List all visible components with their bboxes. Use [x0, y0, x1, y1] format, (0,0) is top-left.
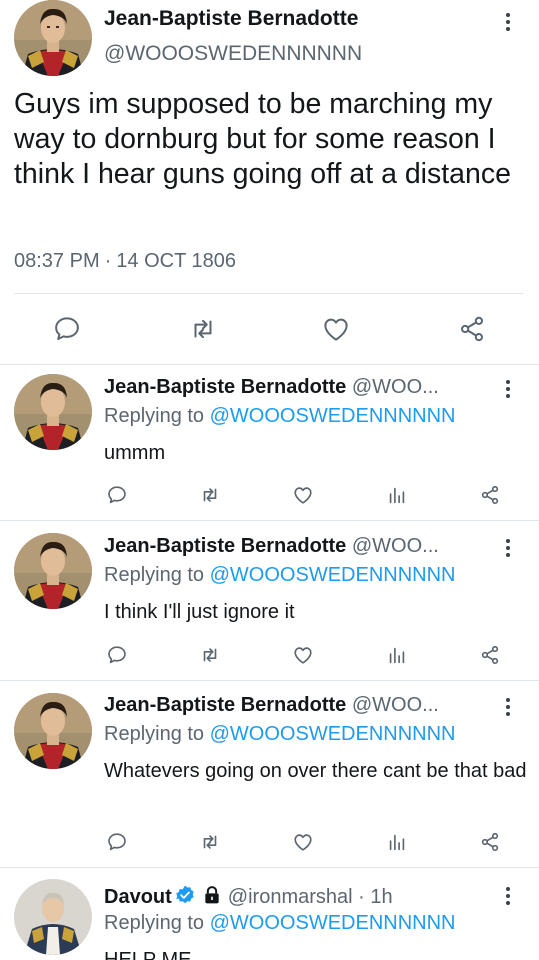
reply-author-handle[interactable]: @ironmarshal · 1h	[228, 886, 393, 908]
reply-author-name[interactable]: Davout	[104, 886, 172, 908]
main-like-button[interactable]	[319, 312, 353, 346]
reply-divider	[0, 867, 539, 868]
reply-text: I think I'll just ignore it	[104, 601, 295, 623]
analytics-button[interactable]	[384, 482, 410, 508]
share-button[interactable]	[477, 829, 503, 855]
reply-more-icon[interactable]	[498, 695, 518, 719]
reply-avatar[interactable]	[14, 879, 92, 955]
replying-to-prefix: Replying to	[104, 723, 205, 745]
reply-divider	[0, 520, 539, 521]
reply-author-row[interactable]: Davout @ironmarshal · 1h	[104, 884, 494, 909]
analytics-button[interactable]	[384, 829, 410, 855]
reply-button[interactable]	[104, 829, 130, 855]
main-share-button[interactable]	[455, 312, 489, 346]
main-tweet-date: 14 OCT 1806	[116, 250, 236, 272]
analytics-button[interactable]	[384, 642, 410, 668]
replying-to-link[interactable]: @WOOOSWEDENNNNNN	[210, 405, 456, 427]
reply-text: Whatevers going on over there cant be th…	[104, 760, 527, 782]
reply-icon	[108, 833, 126, 851]
retweet-button[interactable]	[197, 482, 223, 508]
like-icon	[324, 318, 348, 341]
like-icon	[294, 647, 312, 664]
reply-avatar[interactable]	[14, 374, 92, 450]
share-button[interactable]	[477, 482, 503, 508]
retweet-icon	[203, 835, 217, 849]
reply-text: HELP ME	[104, 949, 192, 960]
reply-icon	[108, 486, 126, 504]
replying-to-line: Replying to @WOOOSWEDENNNNNN	[104, 564, 455, 587]
retweet-icon	[203, 648, 217, 662]
reply-author-name[interactable]: Jean-Baptiste Bernadotte	[104, 376, 346, 398]
retweet-button[interactable]	[197, 829, 223, 855]
retweet-icon	[203, 488, 217, 502]
reply-divider	[0, 680, 539, 681]
like-button[interactable]	[290, 829, 316, 855]
retweet-button[interactable]	[197, 642, 223, 668]
share-icon	[461, 316, 483, 342]
replying-to-link[interactable]: @WOOOSWEDENNNNNN	[210, 912, 456, 934]
replying-to-line: Replying to @WOOOSWEDENNNNNN	[104, 912, 455, 935]
reply-text: ummm	[104, 442, 166, 464]
analytics-icon	[389, 834, 405, 851]
verified-badge-icon	[176, 885, 194, 904]
replying-to-prefix: Replying to	[104, 912, 205, 934]
main-tweet-divider	[14, 293, 524, 294]
reply-avatar[interactable]	[14, 693, 92, 769]
replying-to-link[interactable]: @WOOOSWEDENNNNNN	[210, 564, 456, 586]
share-button[interactable]	[477, 642, 503, 668]
reply-author-row[interactable]: Jean-Baptiste Bernadotte @WOO...	[104, 694, 494, 717]
reply-more-icon[interactable]	[498, 377, 518, 401]
reply-icon	[108, 646, 126, 664]
reply-button[interactable]	[104, 482, 130, 508]
reply-author-handle[interactable]: @WOO...	[352, 535, 439, 557]
main-tweet-author-name[interactable]: Jean-Baptiste Bernadotte	[104, 7, 358, 31]
share-icon	[481, 832, 499, 852]
like-icon	[294, 834, 312, 851]
reply-author-row[interactable]: Jean-Baptiste Bernadotte @WOO...	[104, 535, 494, 558]
main-tweet-timestamp: 08:37 PM · 14 OCT 1806	[14, 250, 236, 273]
like-button[interactable]	[290, 642, 316, 668]
reply-more-icon[interactable]	[498, 536, 518, 560]
replying-to-line: Replying to @WOOOSWEDENNNNNN	[104, 723, 455, 746]
main-reply-button[interactable]	[50, 312, 84, 346]
reply-author-handle[interactable]: @WOO...	[352, 694, 439, 716]
analytics-icon	[389, 487, 405, 504]
share-icon	[481, 645, 499, 665]
analytics-icon	[389, 647, 405, 664]
main-retweet-button[interactable]	[186, 312, 220, 346]
reply-more-icon[interactable]	[498, 884, 518, 908]
reply-author-handle[interactable]: @WOO...	[352, 376, 439, 398]
main-tweet-avatar[interactable]	[14, 0, 92, 76]
reply-author-row[interactable]: Jean-Baptiste Bernadotte @WOO...	[104, 376, 494, 399]
timestamp-separator: ·	[104, 250, 112, 272]
reply-author-name[interactable]: Jean-Baptiste Bernadotte	[104, 694, 346, 716]
like-icon	[294, 487, 312, 504]
reply-button[interactable]	[104, 642, 130, 668]
replying-to-link[interactable]: @WOOOSWEDENNNNNN	[210, 723, 456, 745]
reply-author-name[interactable]: Jean-Baptiste Bernadotte	[104, 535, 346, 557]
main-tweet-time: 08:37 PM	[14, 250, 100, 272]
section-divider	[0, 364, 539, 365]
main-tweet-more-icon[interactable]	[498, 10, 518, 34]
replying-to-prefix: Replying to	[104, 405, 205, 427]
lock-icon	[205, 886, 219, 904]
share-icon	[481, 485, 499, 505]
main-tweet-text: Guys im supposed to be marching my way t…	[14, 88, 511, 190]
retweet-icon	[194, 319, 212, 339]
like-button[interactable]	[290, 482, 316, 508]
replying-to-prefix: Replying to	[104, 564, 205, 586]
reply-avatar[interactable]	[14, 533, 92, 609]
reply-icon	[55, 317, 79, 340]
replying-to-line: Replying to @WOOOSWEDENNNNNN	[104, 405, 455, 428]
main-tweet-author-handle[interactable]: @WOOOSWEDENNNNNN	[104, 42, 362, 66]
